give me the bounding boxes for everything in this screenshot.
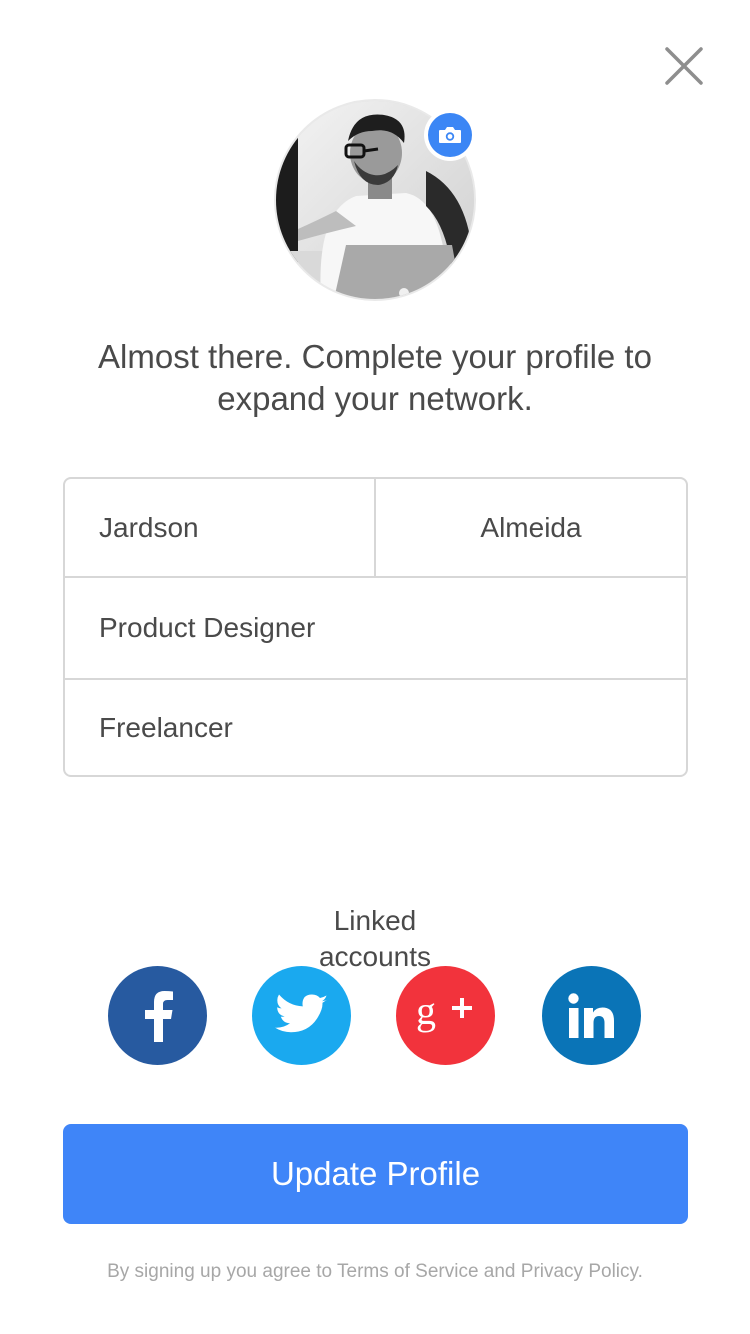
name-row: Jardson Almeida (65, 479, 686, 578)
profile-headline: Almost there. Complete your profile to e… (98, 338, 652, 417)
close-button[interactable] (662, 44, 706, 88)
close-icon (665, 47, 703, 85)
linkedin-icon (567, 992, 614, 1038)
svg-text:g: g (416, 990, 436, 1033)
twitter-icon (274, 994, 328, 1032)
profile-avatar-container (274, 99, 476, 301)
job-title-field[interactable]: Product Designer (65, 578, 686, 678)
twitter-button[interactable] (252, 966, 351, 1065)
google-plus-button[interactable]: g (396, 966, 495, 1065)
job-title-row: Product Designer (65, 578, 686, 680)
terms-notice: By signing up you agree to Terms of Serv… (107, 1261, 643, 1282)
change-photo-badge (428, 113, 472, 157)
first-name-field[interactable]: Jardson (65, 479, 376, 576)
google-plus-icon: g (416, 990, 472, 1033)
employment-field[interactable]: Freelancer (65, 680, 686, 775)
camera-icon (439, 127, 461, 143)
update-profile-button[interactable]: Update Profile (63, 1124, 688, 1224)
employment-row: Freelancer (65, 680, 686, 775)
profile-form: Jardson Almeida Product Designer Freelan… (63, 477, 688, 777)
facebook-button[interactable] (108, 966, 207, 1065)
facebook-icon (144, 990, 173, 1042)
linkedin-button[interactable] (542, 966, 641, 1065)
linked-accounts-label: Linked accounts (318, 905, 432, 972)
change-photo-button[interactable] (424, 109, 476, 161)
last-name-field[interactable]: Almeida (376, 479, 686, 576)
